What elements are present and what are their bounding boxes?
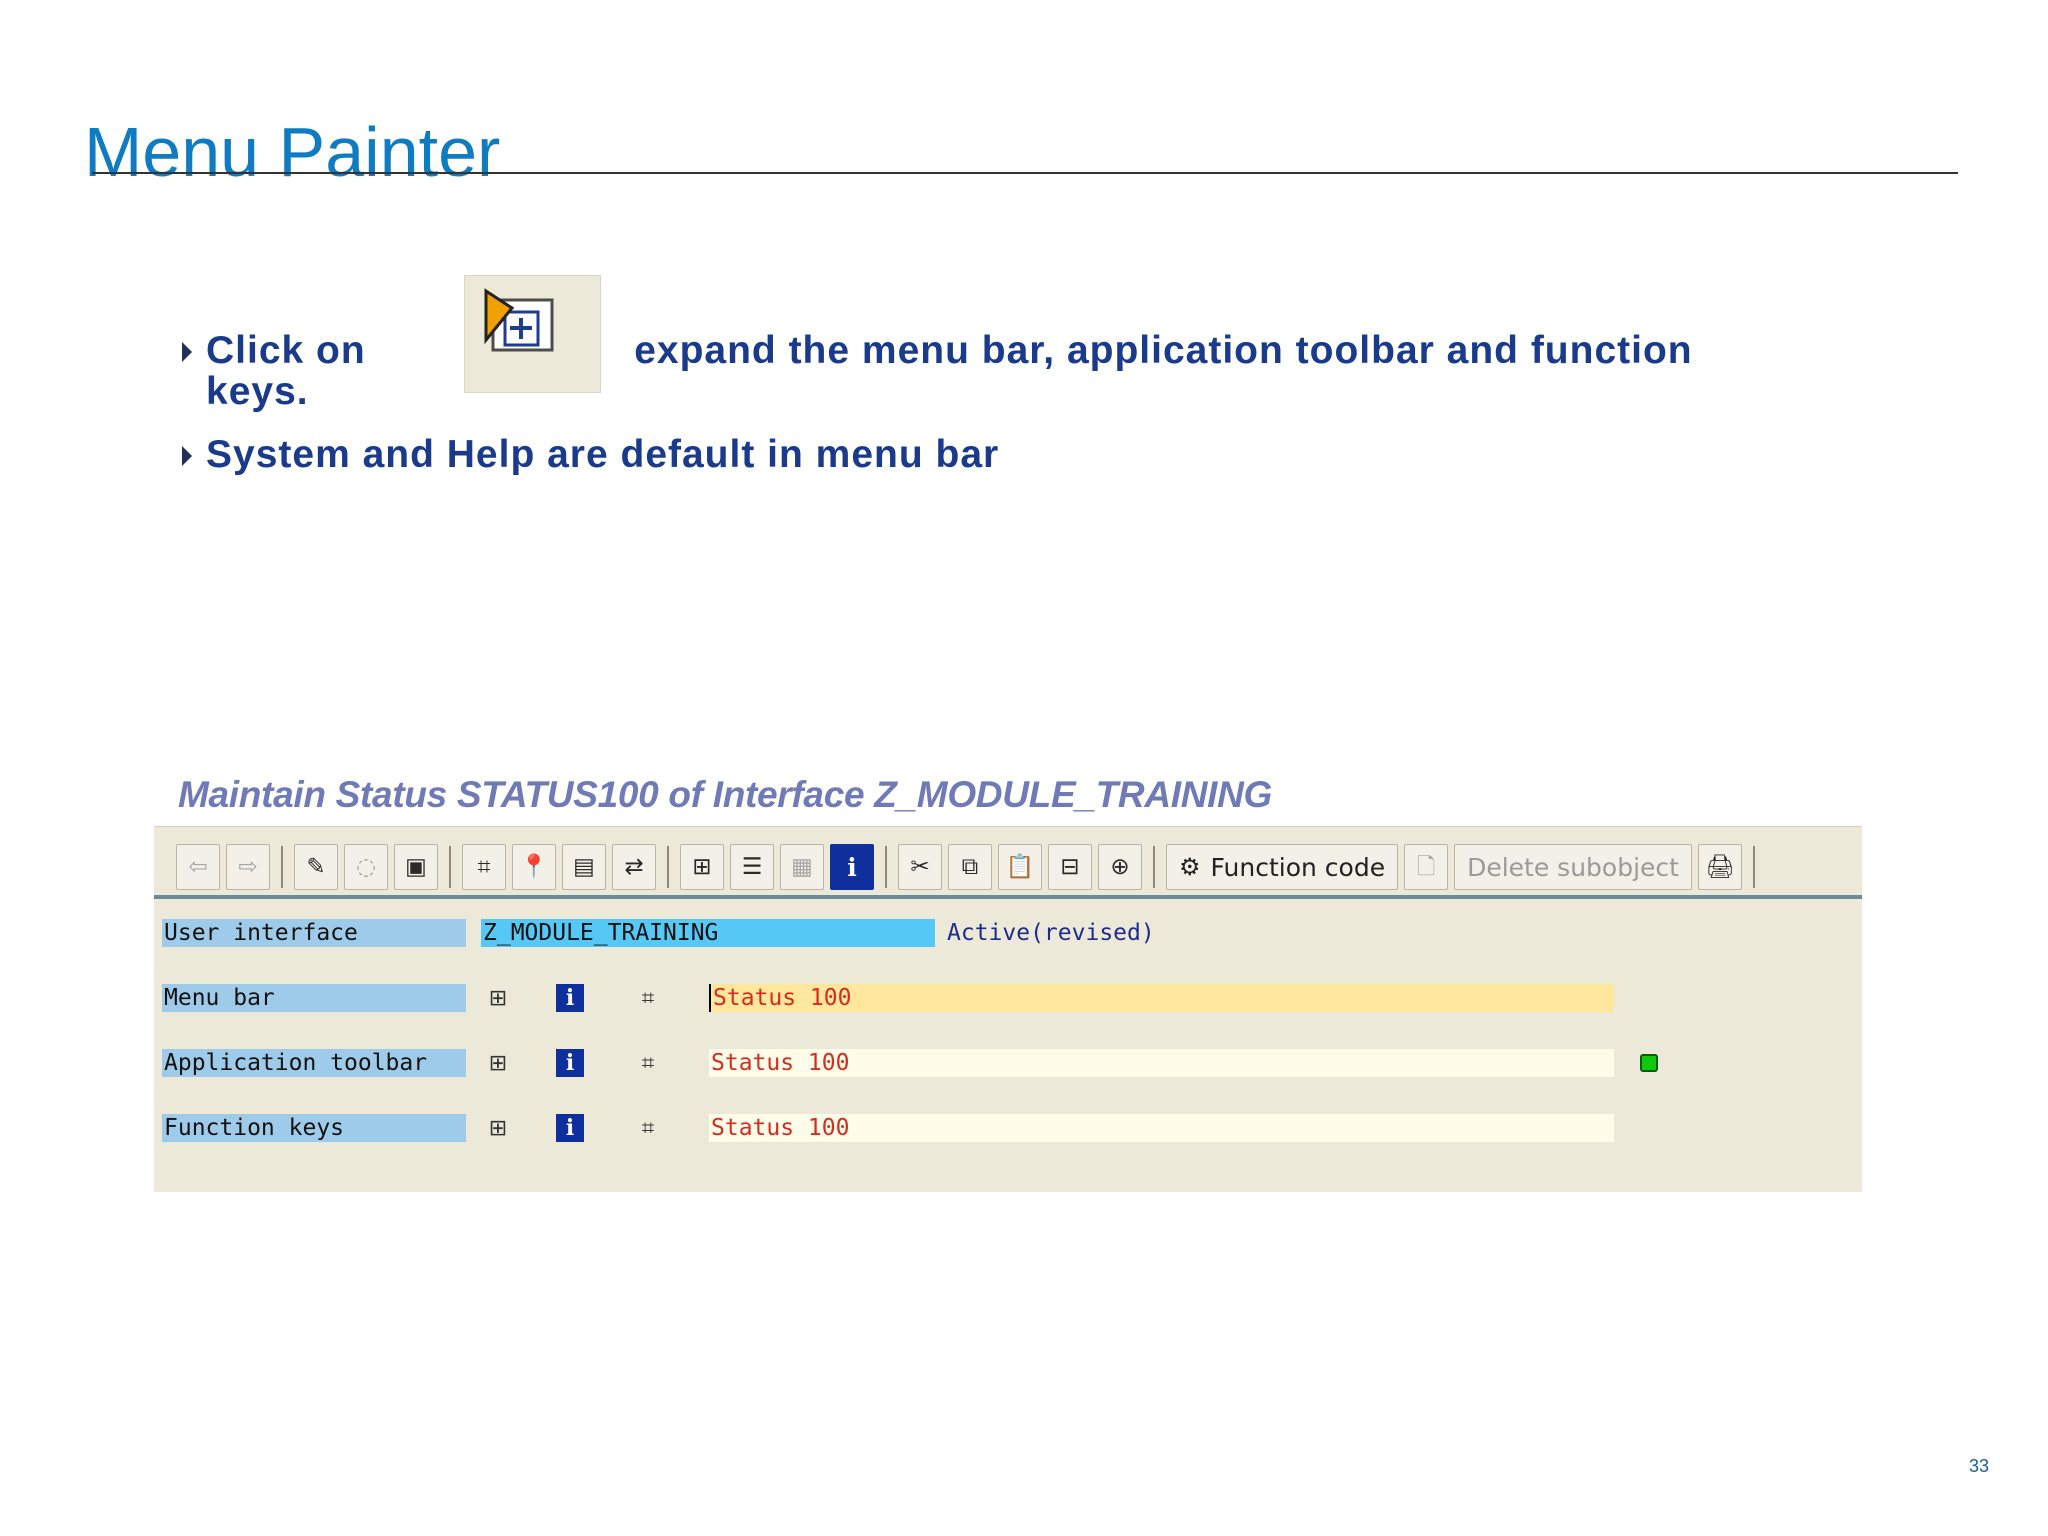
- toolbar-separator: [449, 846, 451, 888]
- object-list-icon[interactable]: ▣: [394, 844, 438, 890]
- toolbar-separator: [1153, 846, 1155, 888]
- bullet-text-wrap: keys.: [206, 370, 309, 413]
- hierarchy-icon[interactable]: ⌗: [632, 1049, 664, 1077]
- row-application-toolbar: Application toolbar ⊞ i ⌗ Status 100: [162, 1049, 1762, 1077]
- menu-bar-status-field[interactable]: Status 100: [709, 984, 1614, 1012]
- function-code-button[interactable]: ⚙ Function code: [1166, 844, 1399, 890]
- info-icon[interactable]: i: [556, 1114, 584, 1142]
- network-icon[interactable]: ⇄: [612, 844, 656, 890]
- application-toolbar-label: Application toolbar: [162, 1049, 466, 1077]
- hierarchy-icon[interactable]: ⌗: [632, 984, 664, 1012]
- delete-subobject-label: Delete subobject: [1467, 852, 1679, 882]
- expand-all-icon[interactable]: ⊞: [482, 1049, 514, 1077]
- print-icon[interactable]: 🖨: [1697, 844, 1742, 890]
- user-interface-label: User interface: [162, 919, 466, 947]
- toolbar-separator: [885, 846, 887, 888]
- row-function-keys: Function keys ⊞ i ⌗ Status 100: [162, 1114, 1762, 1142]
- menu-bar-label: Menu bar: [162, 984, 466, 1012]
- tree-icon[interactable]: ⊞: [680, 844, 724, 890]
- info-icon[interactable]: i: [556, 1049, 584, 1077]
- status-light-icon: [1640, 1054, 1658, 1072]
- toolbar-separator: [1752, 846, 1755, 888]
- new-page-icon[interactable]: 🗋: [1404, 844, 1449, 890]
- hierarchy-icon[interactable]: ⌗: [462, 844, 506, 890]
- expand-all-icon[interactable]: ⊞: [482, 984, 514, 1012]
- user-interface-value[interactable]: Z_MODULE_TRAINING: [481, 919, 935, 947]
- paste-icon[interactable]: 📋: [998, 844, 1042, 890]
- cut-icon[interactable]: ✂: [898, 844, 942, 890]
- bullet-list: Click on expand the menu bar, applicatio…: [178, 330, 1898, 475]
- sap-maintain-status-window: ⇦ ⇨ ✎ ◌ ▣ ⌗ 📍 ▤ ⇄ ⊞ ☰ ▦ i ✂ ⧉ 📋 ⊟ ⊕ ⚙ Fu…: [154, 826, 1862, 1192]
- delete-row-icon[interactable]: ⊟: [1048, 844, 1092, 890]
- hierarchy-icon[interactable]: ⌗: [632, 1114, 664, 1142]
- title-divider: [92, 172, 1958, 174]
- bullet-text-default-menu: System and Help are default in menu bar: [206, 433, 1000, 476]
- display-change-icon[interactable]: ◌: [344, 844, 388, 890]
- bullet-default-menu: System and Help are default in menu bar: [178, 434, 1898, 475]
- toolbar-separator: [281, 846, 283, 888]
- info-icon[interactable]: i: [556, 984, 584, 1012]
- row-user-interface: User interface Z_MODULE_TRAINING Active(…: [162, 919, 1762, 947]
- row-menu-bar: Menu bar ⊞ i ⌗ Status 100: [162, 984, 1762, 1012]
- toolbar-separator: [667, 846, 669, 888]
- bullet-text-after-icon: expand the menu bar, application toolbar…: [625, 329, 1693, 372]
- stack-icon[interactable]: ☰: [730, 844, 774, 890]
- application-toolbar: ⇦ ⇨ ✎ ◌ ▣ ⌗ 📍 ▤ ⇄ ⊞ ☰ ▦ i ✂ ⧉ 📋 ⊟ ⊕ ⚙ Fu…: [154, 827, 1862, 899]
- display-table-icon[interactable]: ▤: [562, 844, 606, 890]
- function-code-label: Function code: [1210, 852, 1386, 882]
- page-title: Menu Painter: [84, 112, 501, 191]
- bullet-text-before-icon: Click on: [206, 329, 366, 372]
- bullet-arrow-icon: [182, 342, 192, 362]
- function-code-icon: ⚙: [1179, 853, 1201, 881]
- disabled-list-icon[interactable]: ▦: [780, 844, 824, 890]
- function-keys-label: Function keys: [162, 1114, 466, 1142]
- function-keys-status-field[interactable]: Status 100: [709, 1114, 1614, 1142]
- delete-subobject-button[interactable]: Delete subobject: [1454, 844, 1692, 890]
- application-toolbar-status-field[interactable]: Status 100: [709, 1049, 1614, 1077]
- back-arrow-icon[interactable]: ⇦: [176, 844, 220, 890]
- insert-row-icon[interactable]: ⊕: [1098, 844, 1142, 890]
- forward-arrow-icon[interactable]: ⇨: [226, 844, 270, 890]
- bullet-expand: Click on expand the menu bar, applicatio…: [178, 330, 1898, 412]
- expand-all-icon[interactable]: ⊞: [482, 1114, 514, 1142]
- pin-icon[interactable]: 📍: [512, 844, 556, 890]
- edit-pencil-icon[interactable]: ✎: [294, 844, 338, 890]
- interface-status: Active(revised): [947, 920, 1155, 946]
- page-number: 33: [1969, 1456, 1990, 1476]
- info-icon[interactable]: i: [830, 844, 874, 890]
- copy-icon[interactable]: ⧉: [948, 844, 992, 890]
- sap-window-title: Maintain Status STATUS100 of Interface Z…: [178, 774, 1273, 815]
- bullet-arrow-icon: [182, 446, 192, 466]
